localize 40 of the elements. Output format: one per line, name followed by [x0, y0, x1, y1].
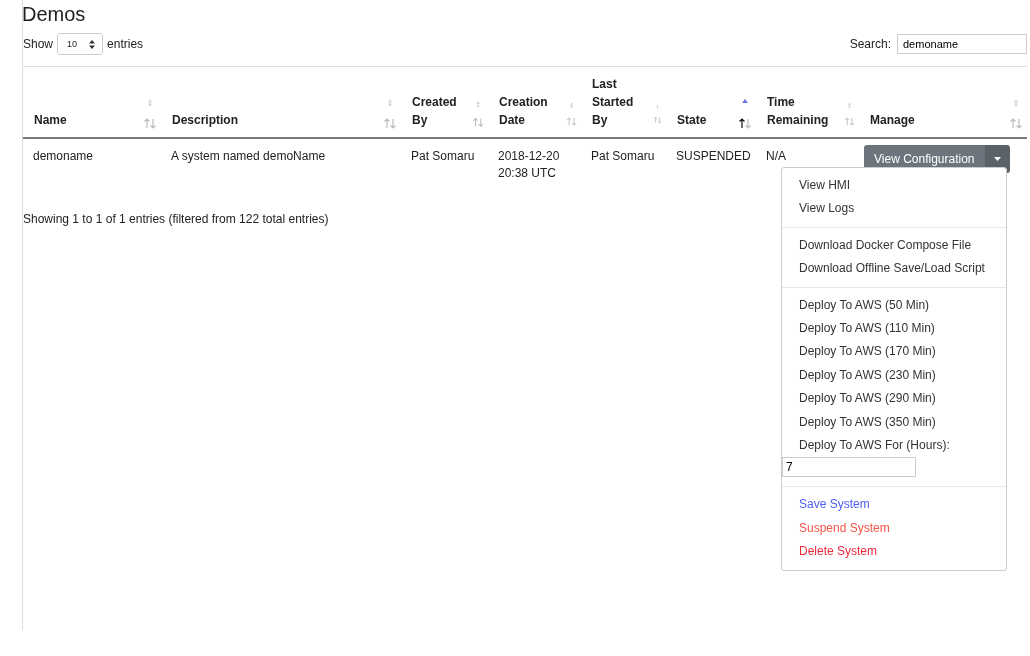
menu-item[interactable]: Suspend System: [782, 516, 1006, 541]
length-label: entries: [107, 37, 144, 51]
hours-field[interactable]: 7: [782, 457, 916, 478]
caret-icon[interactable]: [993, 157, 1001, 161]
menu-item[interactable]: Deploy To AWS (350 Min): [782, 410, 1006, 435]
table-cell: A system named demoName: [171, 149, 326, 163]
column-header[interactable]: Name: [34, 111, 67, 129]
column-header[interactable]: Created By: [412, 93, 468, 129]
menu-item[interactable]: Save System: [782, 493, 1006, 517]
column-header[interactable]: Time Remaining: [767, 93, 840, 129]
column-header[interactable]: Last Started By: [592, 75, 649, 129]
menu-item[interactable]: Deploy To AWS (230 Min): [782, 363, 1006, 388]
table-cell: Pat Somaru: [411, 149, 475, 163]
search-field[interactable]: demoname: [897, 34, 1027, 54]
menu-item[interactable]: Deploy To AWS (290 Min): [782, 387, 1006, 411]
menu-item[interactable]: Delete System: [782, 540, 1006, 564]
column-header[interactable]: Description: [172, 111, 238, 129]
entries-select[interactable]: 10: [57, 33, 104, 55]
menu-label: Deploy To AWS For (Hours):: [798, 437, 951, 455]
table-cell: 2018-12-20 20:38 UTC: [498, 149, 560, 180]
menu-item[interactable]: Deploy To AWS (110 Min): [782, 317, 1006, 341]
updown-icon[interactable]: [89, 39, 96, 49]
sort-icon[interactable]: [738, 99, 752, 129]
column-header[interactable]: Manage: [870, 111, 915, 129]
table-cell: SUSPENDED: [676, 149, 751, 163]
table-cell: demoname: [33, 149, 94, 163]
table-cell: N/A: [766, 149, 786, 163]
column-header[interactable]: Creation Date: [499, 93, 562, 129]
length-label: Show: [23, 37, 54, 51]
menu-item[interactable]: Deploy To AWS (170 Min): [782, 340, 1006, 364]
menu-item[interactable]: Deploy To AWS (50 Min): [782, 293, 1006, 318]
menu-item[interactable]: View Logs: [782, 197, 1006, 221]
table-info: Showing 1 to 1 of 1 entries (filtered from 122 total entries): [23, 212, 329, 226]
page-title: Demos: [22, 2, 87, 25]
table-cell: Pat Somaru: [591, 149, 655, 163]
search-label: Search:: [849, 37, 891, 51]
menu-item[interactable]: Download Offline Save/Load Script: [782, 257, 1006, 281]
column-header[interactable]: State: [677, 111, 707, 129]
menu-item[interactable]: View HMI: [782, 174, 1006, 198]
menu-item[interactable]: Download Docker Compose File: [782, 233, 1006, 258]
